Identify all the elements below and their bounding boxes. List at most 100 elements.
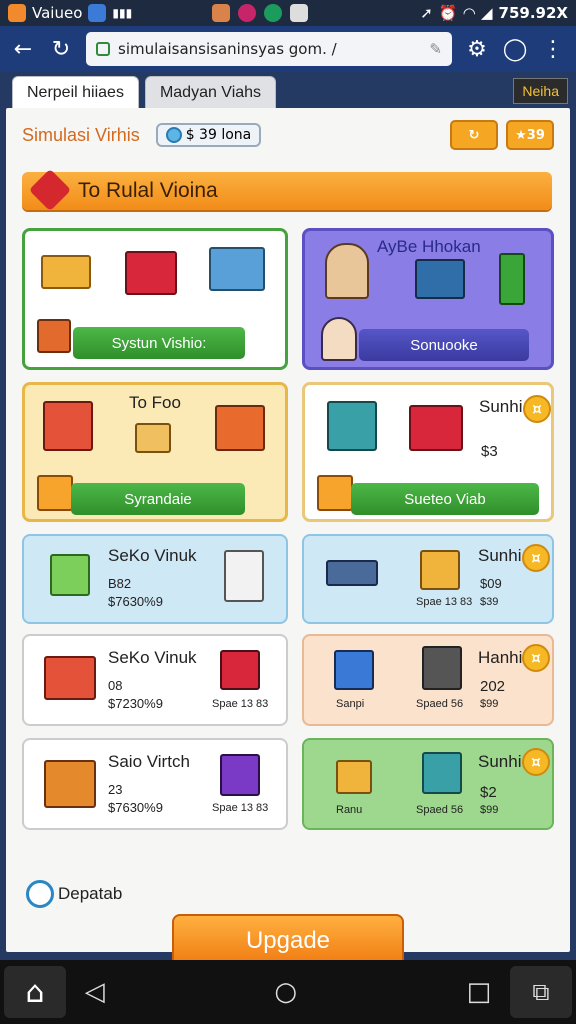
camera-app-icon bbox=[238, 4, 257, 22]
card-9-label: Spae 13 83 bbox=[212, 802, 269, 814]
card-3-button[interactable]: Syrandaie bbox=[71, 483, 245, 515]
coin-badge-icon: ¤ bbox=[522, 748, 550, 776]
card-6-label-a: Spae 13 83 bbox=[416, 596, 473, 608]
shop-card-5[interactable]: SeKo Vinuk B82 $7630%9 bbox=[22, 534, 288, 624]
shop-stand-icon bbox=[44, 656, 96, 700]
card-4-title: Sunhi bbox=[479, 397, 523, 416]
web-page: Nerpeil hiiaes Madyan Viahs Neiha Simula… bbox=[0, 72, 576, 968]
card-10-title: Sunhi bbox=[478, 752, 522, 771]
book-icon bbox=[499, 253, 525, 305]
url-bar[interactable]: simulaisansisaninsyas gom. / ✎ bbox=[86, 32, 452, 66]
edit-icon[interactable]: ✎ bbox=[429, 40, 442, 58]
tab-2[interactable]: Madyan Viahs bbox=[144, 76, 277, 110]
calendar-icon bbox=[88, 4, 107, 22]
star-count: 39 bbox=[526, 127, 545, 143]
header-row: Simulasi Virhis $ 39 lona ↻ ★ 39 bbox=[22, 120, 554, 150]
image-icon bbox=[290, 4, 309, 22]
card-7-title: SeKo Vinuk bbox=[108, 648, 197, 667]
shop-card-7[interactable]: SeKo Vinuk 08 $7230%9 Spae 13 83 bbox=[22, 634, 288, 726]
card-1-button[interactable]: Systun Vishio: bbox=[73, 327, 245, 359]
screenshot-icon[interactable]: ⧉ bbox=[510, 966, 572, 1018]
shop-card-1[interactable]: Systun Vishio: bbox=[22, 228, 288, 370]
reload-icon[interactable]: ↻ bbox=[48, 36, 74, 62]
shop-card-9[interactable]: Saio Virtch 23 $7630%9 Spae 13 83 bbox=[22, 738, 288, 830]
card-5-line2: $7630%9 bbox=[108, 594, 163, 609]
lamp-icon bbox=[422, 646, 462, 690]
cell-signal-icon: ◢ bbox=[481, 4, 493, 22]
clock-box-icon bbox=[50, 554, 90, 596]
laptop-box-icon bbox=[41, 255, 91, 289]
card-10-label-b: Spaed 56 bbox=[416, 804, 464, 816]
android-nav-bar: ⌂ ◁ ○ □ ⧉ bbox=[0, 960, 576, 1024]
status-left-text: Vaiueo bbox=[32, 4, 83, 22]
star-button[interactable]: ★ 39 bbox=[506, 120, 554, 150]
shop-card-4[interactable]: Sunhi ¤ $3 Sueteo Viab bbox=[302, 382, 554, 522]
card-9-title: Saio Virtch bbox=[108, 752, 190, 771]
box-icon bbox=[420, 550, 460, 590]
store-icon bbox=[212, 4, 231, 22]
footer-label: Depatab bbox=[58, 884, 123, 903]
monitor-box-icon bbox=[336, 760, 372, 794]
tabs-circle-icon[interactable]: ◯ bbox=[502, 36, 528, 62]
refresh-button[interactable]: ↻ bbox=[450, 120, 498, 150]
gift-box-icon bbox=[125, 251, 177, 295]
shop-card-3[interactable]: To Foo Syrandaie bbox=[22, 382, 288, 522]
coin-stack-icon bbox=[37, 475, 73, 511]
card-5-line1: B82 bbox=[108, 576, 132, 591]
coin-badge-icon: ¤ bbox=[522, 544, 550, 572]
card-6-title: Sunhi bbox=[478, 546, 522, 565]
treasure-box-icon bbox=[44, 760, 96, 808]
coin-icon bbox=[165, 127, 182, 143]
shop-stall-icon bbox=[43, 401, 93, 451]
whatsapp-icon bbox=[264, 4, 283, 22]
home-app-icon[interactable]: ⌂ bbox=[4, 966, 66, 1018]
star-icon: ★ bbox=[515, 127, 527, 143]
card-8-label-a: Sanpi bbox=[336, 698, 365, 710]
shop-card-10[interactable]: Sunhi ¤ $2 Ranu Spaed 56 $99 bbox=[302, 738, 554, 830]
app-notification-icon bbox=[8, 4, 26, 22]
shop-card-2[interactable]: AyBe Hhokan Sonuooke bbox=[302, 228, 554, 370]
status-right-text: 759.92X bbox=[498, 4, 568, 22]
alarm-icon: ⏰ bbox=[438, 4, 458, 22]
coin-stack-icon bbox=[317, 475, 353, 511]
card-8-label-b: Spaed 56 bbox=[416, 698, 464, 710]
card-8-title: Hanhi bbox=[478, 648, 523, 667]
card-7-line2: $7230%9 bbox=[108, 696, 163, 711]
card-3-title: To Foo bbox=[129, 393, 181, 412]
menu-dots-icon[interactable]: ⋮ bbox=[540, 36, 566, 62]
crate-icon bbox=[215, 405, 265, 451]
card-2-title: AyBe Hhokan bbox=[377, 237, 481, 256]
purple-box-icon bbox=[220, 754, 260, 796]
card-9-line2: $7630%9 bbox=[108, 800, 163, 815]
main-panel: Simulasi Virhis $ 39 lona ↻ ★ 39 To Rula… bbox=[6, 108, 570, 968]
tab-1[interactable]: Nerpeil hiiaes bbox=[12, 76, 139, 110]
laptop-icon bbox=[209, 247, 265, 291]
corner-badge[interactable]: Neiha bbox=[513, 78, 568, 104]
shop-card-8[interactable]: Hanhi ¤ 202 Sanpi Spaed 56 $99 bbox=[302, 634, 554, 726]
recents-nav-icon[interactable]: □ bbox=[467, 977, 492, 1007]
status-bar: Vaiueo ▮▮▮ ➚ ⏰ ◠ ◢ 759.92X bbox=[0, 0, 576, 26]
browser-toolbar: ← ↻ simulaisansisaninsyas gom. / ✎ ⚙ ◯ ⋮ bbox=[0, 26, 576, 72]
settings-gear-icon[interactable]: ⚙ bbox=[464, 36, 490, 62]
computer-icon bbox=[415, 259, 465, 299]
back-arrow-icon[interactable]: ← bbox=[10, 36, 36, 62]
navigation-icon: ➚ bbox=[420, 4, 433, 22]
depot-icon bbox=[26, 880, 54, 908]
bag-icon bbox=[334, 650, 374, 690]
signal-bars-icon: ▮▮▮ bbox=[112, 6, 133, 20]
badge-icon bbox=[28, 168, 72, 212]
section-banner: To Rulal Vioina bbox=[22, 168, 552, 212]
card-6-label-b: $39 bbox=[480, 596, 499, 608]
page-tabs: Nerpeil hiiaes Madyan Viahs bbox=[12, 76, 277, 110]
card-2-button[interactable]: Sonuooke bbox=[359, 329, 529, 361]
card-4-price: $3 bbox=[481, 443, 498, 460]
shop-card-6[interactable]: Sunhi ¤ $09 Spae 13 83 $39 bbox=[302, 534, 554, 624]
back-nav-icon[interactable]: ◁ bbox=[85, 977, 105, 1007]
coin-value: $ 39 lona bbox=[185, 127, 252, 143]
wifi-icon: ◠ bbox=[463, 4, 475, 22]
card-6-line1: $09 bbox=[480, 576, 502, 591]
home-nav-icon[interactable]: ○ bbox=[274, 977, 297, 1007]
card-10-label-c: $99 bbox=[480, 804, 499, 816]
card-4-button[interactable]: Sueteo Viab bbox=[351, 483, 539, 515]
refresh-icon: ↻ bbox=[468, 127, 480, 143]
